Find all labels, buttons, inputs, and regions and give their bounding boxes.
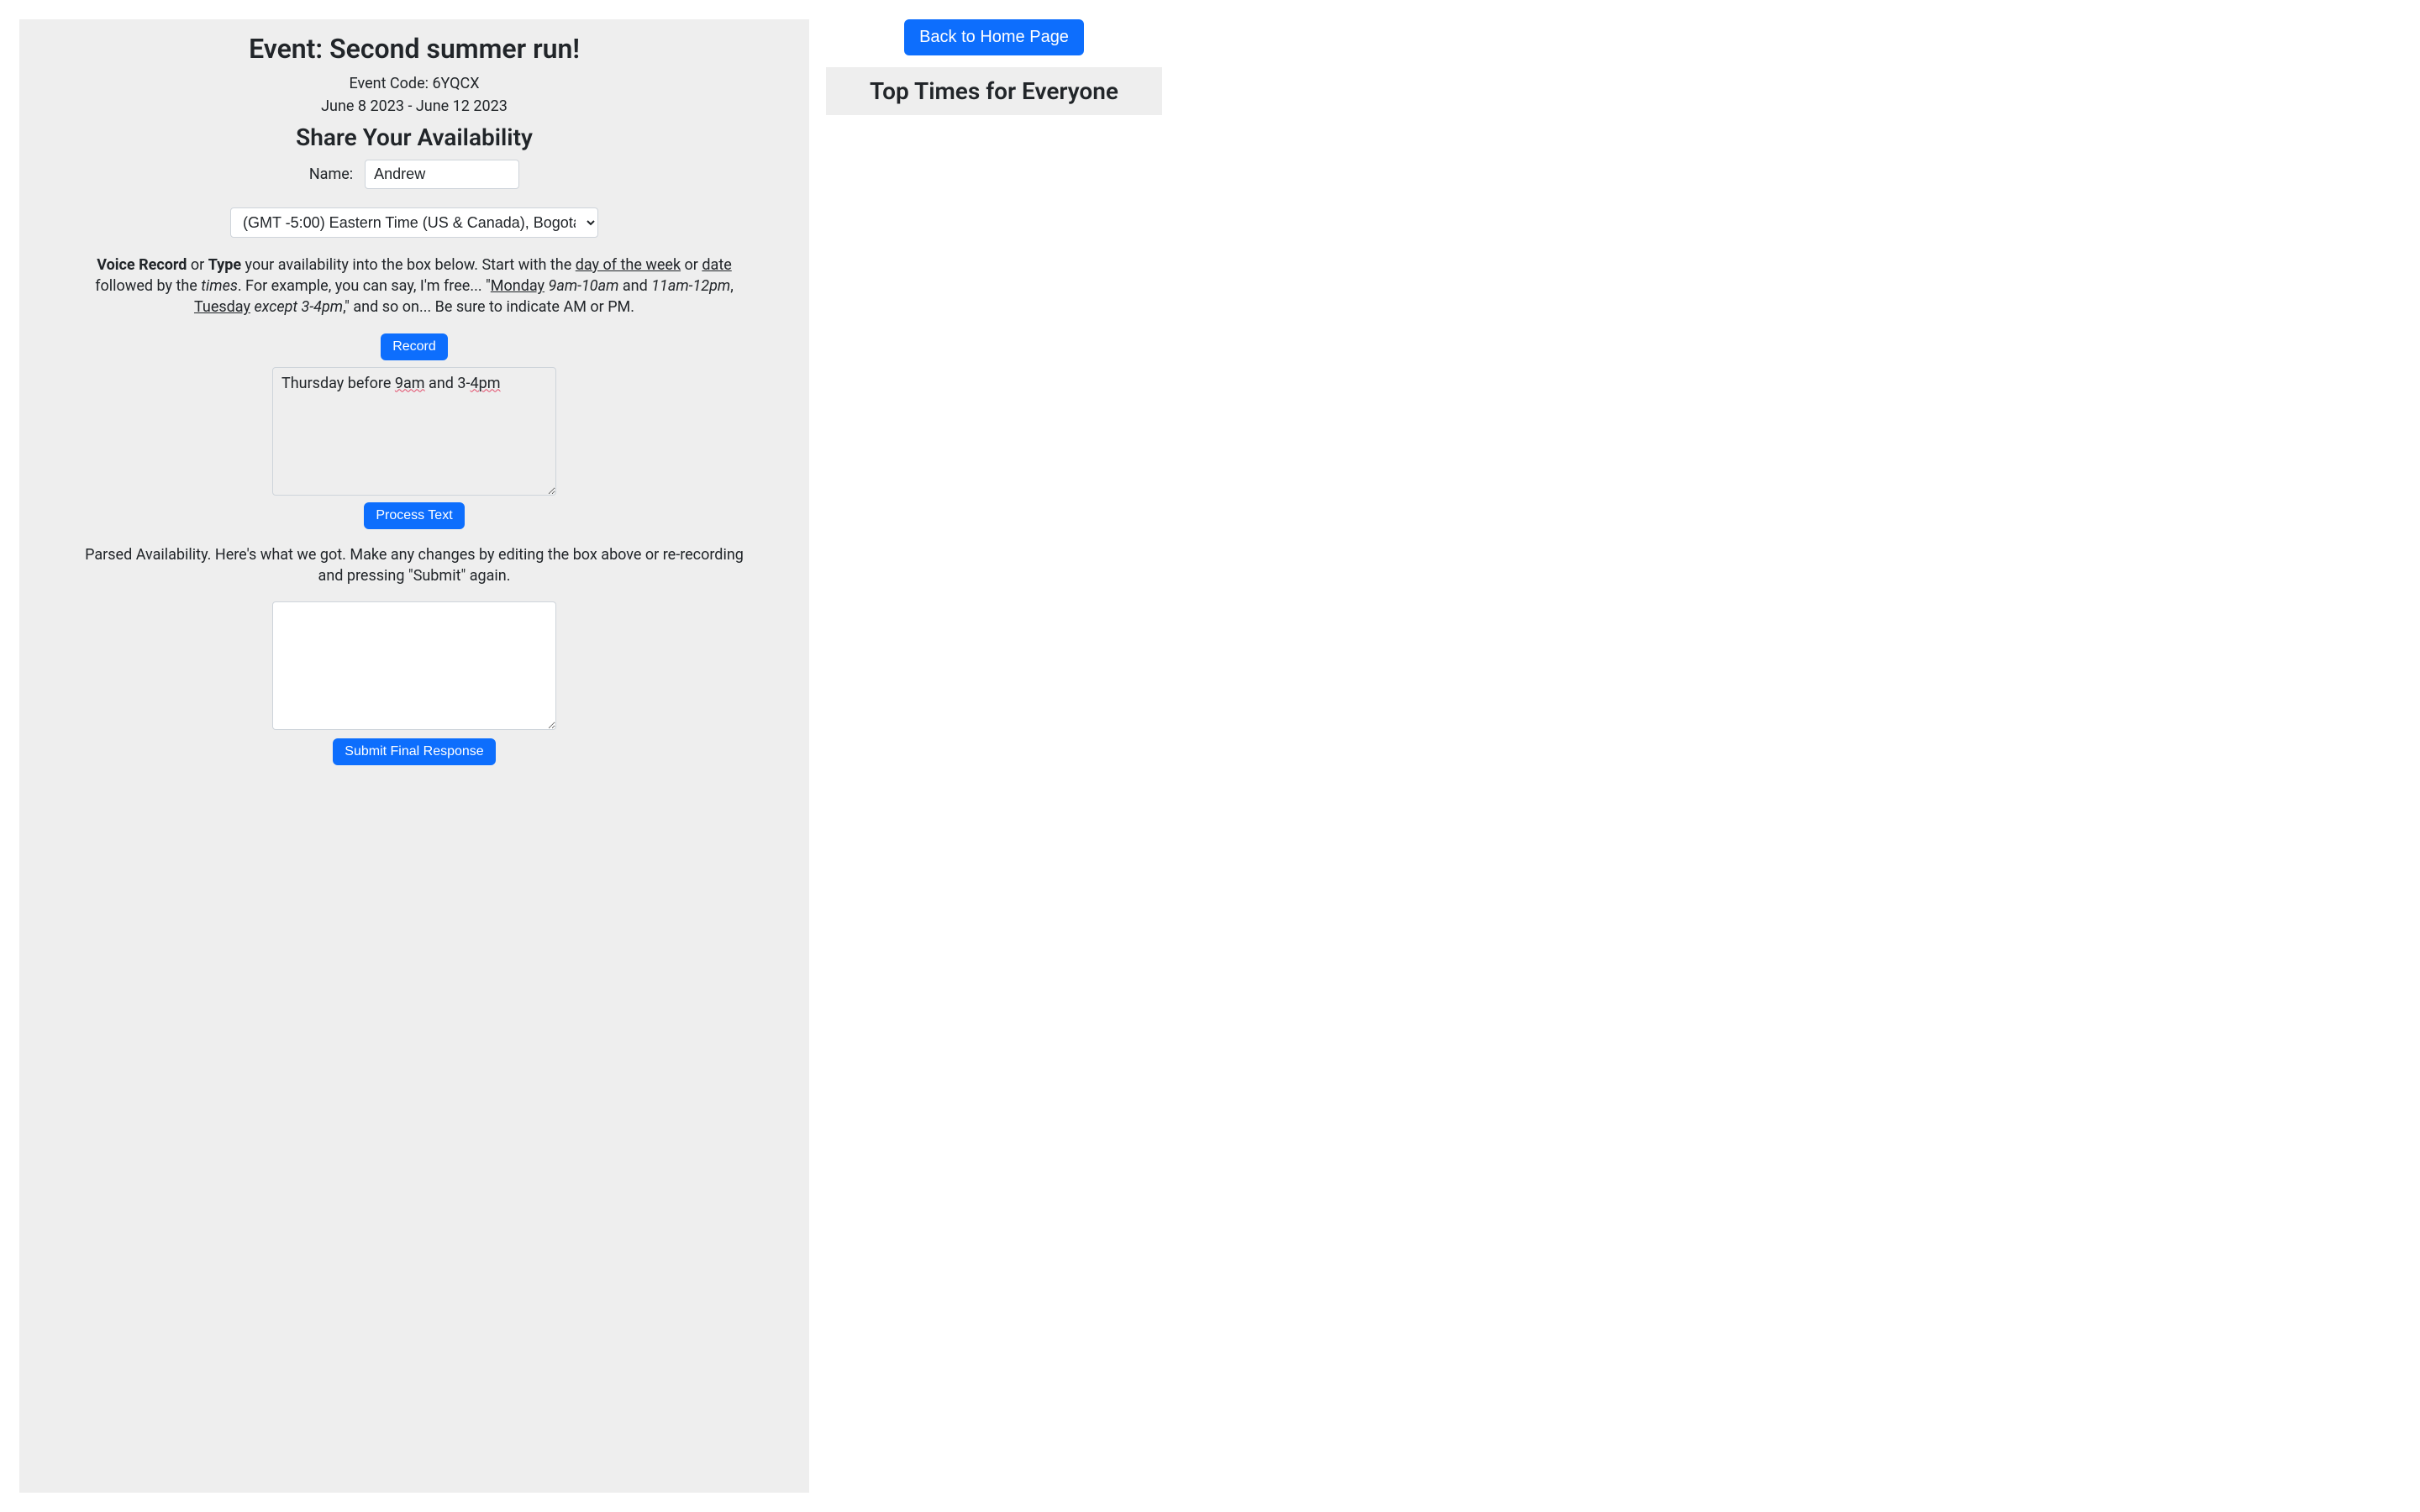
instruction-date: date — [702, 256, 731, 274]
parsed-availability-textarea[interactable] — [272, 601, 556, 730]
instruction-type: Type — [208, 256, 241, 274]
main-availability-panel: Event: Second summer run! Event Code: 6Y… — [19, 19, 809, 1493]
instruction-voice-record: Voice Record — [97, 256, 187, 274]
record-button[interactable]: Record — [381, 333, 448, 360]
instruction-tuesday: Tuesday — [194, 298, 250, 316]
instruction-time2: 11am-12pm — [651, 277, 730, 295]
event-title: Event: Second summer run! — [60, 33, 769, 65]
availability-spell1: 9am — [395, 375, 425, 392]
availability-prefix: Thursday before — [281, 375, 395, 392]
event-date-range: June 8 2023 - June 12 2023 — [60, 97, 769, 115]
instruction-except: except 3-4pm — [254, 298, 343, 316]
instruction-text: Voice Record or Type your availability i… — [75, 255, 754, 318]
event-code-value: 6YQCX — [432, 75, 479, 92]
share-availability-heading: Share Your Availability — [60, 123, 769, 151]
event-code: Event Code: 6YQCX — [60, 75, 769, 92]
side-panel: Back to Home Page Top Times for Everyone — [826, 19, 1162, 1493]
name-label: Name: — [309, 165, 353, 183]
instruction-time1: 9am-10am — [549, 277, 619, 295]
event-title-prefix: Event: — [249, 33, 329, 65]
instruction-comma1: , — [730, 277, 734, 295]
submit-final-response-button[interactable]: Submit Final Response — [333, 738, 495, 765]
instruction-and1: and — [618, 277, 651, 295]
instruction-or2: or — [681, 256, 702, 274]
instruction-part4: ," and so on... Be sure to indicate AM o… — [343, 298, 634, 316]
event-code-label: Event Code: — [349, 75, 432, 92]
instruction-part3: . For example, you can say, I'm free... … — [238, 277, 491, 295]
back-to-home-button[interactable]: Back to Home Page — [904, 19, 1084, 55]
top-times-panel: Top Times for Everyone — [826, 67, 1162, 115]
event-title-name: Second summer run! — [329, 33, 580, 65]
availability-textarea[interactable]: Thursday before 9am and 3-4pm — [272, 367, 556, 496]
parsed-desc-text: . Here's what we got. Make any changes b… — [208, 546, 744, 585]
instruction-monday: Monday — [491, 277, 544, 295]
process-text-button[interactable]: Process Text — [364, 502, 464, 529]
availability-mid: and 3- — [425, 375, 471, 392]
top-times-heading: Top Times for Everyone — [838, 77, 1150, 105]
name-row: Name: — [60, 160, 769, 189]
instruction-part2: followed by the — [95, 277, 201, 295]
timezone-select[interactable]: (GMT -5:00) Eastern Time (US & Canada), … — [230, 207, 598, 238]
name-input[interactable] — [365, 160, 519, 189]
instruction-part1: your availability into the box below. St… — [241, 256, 576, 274]
parsed-availability-description: Parsed Availability. Here's what we got.… — [85, 544, 744, 586]
parsed-label: Parsed Availability — [85, 546, 208, 564]
availability-spell2: 4pm — [471, 375, 501, 392]
instruction-or1: or — [187, 256, 208, 274]
instruction-day-of-week: day of the week — [576, 256, 681, 274]
instruction-times: times — [201, 277, 238, 295]
